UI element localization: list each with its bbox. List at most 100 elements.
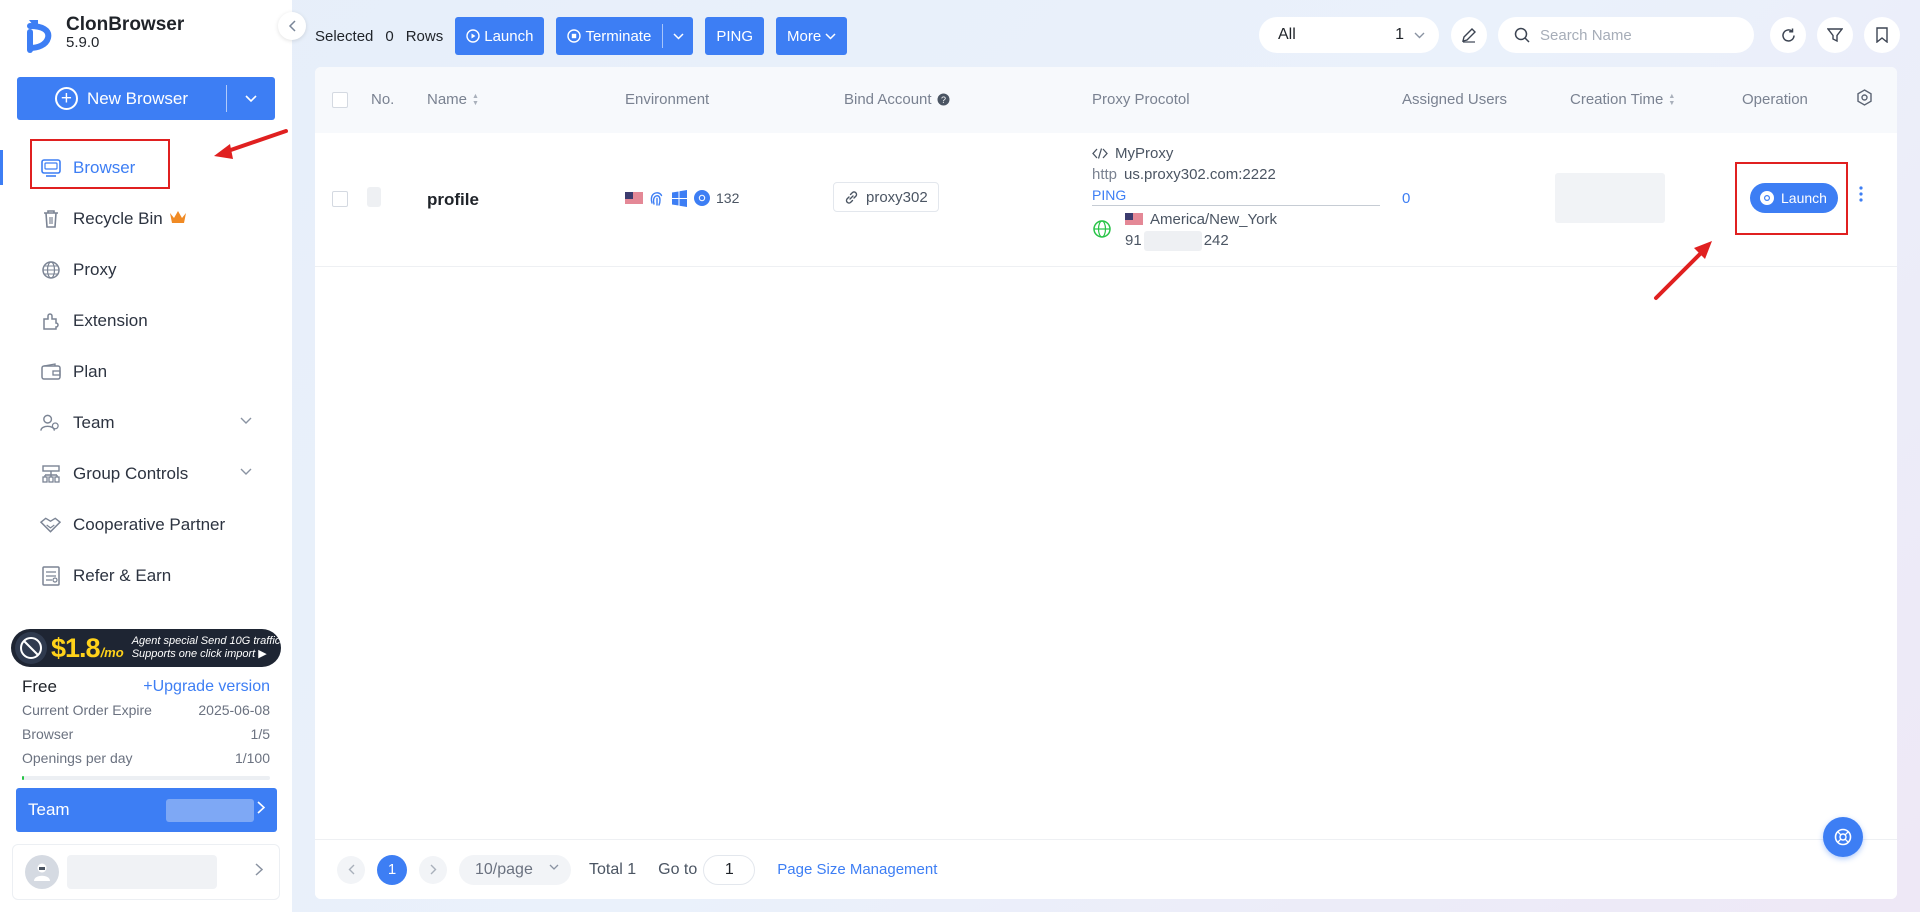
proxy-name: MyProxy (1115, 145, 1174, 162)
team-icon (40, 412, 61, 433)
bookmark-button[interactable] (1864, 17, 1900, 53)
plan-name: Free (22, 677, 57, 696)
column-header-label: Proxy Procotol (1092, 91, 1190, 108)
page-size-select[interactable]: 10/page (459, 854, 571, 885)
windows-icon (672, 189, 687, 207)
sidebar-item-proxy[interactable]: Proxy (0, 244, 292, 295)
plan-row-value: 2025-06-08 (198, 702, 270, 718)
handshake-icon (40, 514, 61, 535)
toolbar: Selected 0 Rows Launch Terminate PING Mo… (315, 17, 1900, 55)
sidebar-item-label: Team (73, 412, 115, 432)
bind-account-name: proxy302 (866, 188, 928, 206)
launch-button[interactable]: Launch (455, 17, 545, 55)
edit-button[interactable] (1451, 17, 1487, 53)
sort-icon[interactable]: ▲ ▼ (1668, 93, 1675, 107)
sidebar-item-group-controls[interactable]: Group Controls (0, 448, 292, 499)
search-box[interactable] (1498, 17, 1754, 53)
row-more-button[interactable] (1859, 186, 1863, 205)
app-logo[interactable]: ClonBrowser 5.9.0 (26, 15, 184, 54)
clonbrowser-logo-icon (27, 20, 52, 53)
support-button[interactable] (1823, 817, 1863, 857)
select-all-checkbox[interactable] (332, 92, 348, 108)
sidebar-item-extension[interactable]: Extension (0, 295, 292, 346)
search-input[interactable] (1540, 26, 1730, 44)
column-header-label: Bind Account (844, 91, 932, 108)
more-label: More (787, 27, 822, 45)
environment-info: 132 (625, 189, 739, 207)
new-browser-button[interactable]: + New Browser (17, 77, 275, 120)
bookmark-icon (1876, 27, 1888, 43)
upgrade-version-link[interactable]: +Upgrade version (143, 678, 270, 696)
sidebar-item-label: Recycle Bin (73, 208, 163, 228)
next-page-button[interactable] (419, 855, 447, 884)
ping-button[interactable]: PING (705, 17, 764, 55)
sidebar-item-cooperative-partner[interactable]: Cooperative Partner (0, 499, 292, 550)
table-row[interactable]: profile 132 proxy302 MyProxy http us.pro… (315, 133, 1897, 267)
profile-name[interactable]: profile (427, 190, 479, 210)
promo-line-1: Agent special Send 10G traffic (131, 635, 281, 647)
new-browser-dropdown[interactable] (227, 77, 275, 120)
column-header-creation-time[interactable]: Creation Time ▲ ▼ (1570, 91, 1675, 108)
chevron-down-icon (673, 32, 684, 40)
proxy-ping-link[interactable]: PING (1092, 185, 1380, 206)
sidebar-item-plan[interactable]: Plan (0, 346, 292, 397)
plan-row-value: 1/100 (234, 750, 270, 766)
page-size-management-link[interactable]: Page Size Management (777, 861, 937, 878)
sidebar-item-recycle-bin[interactable]: Recycle Bin (0, 193, 292, 244)
chevron-down-icon (825, 32, 836, 40)
sidebar-item-team[interactable]: Team (0, 397, 292, 448)
page-number-current[interactable]: 1 (377, 854, 407, 885)
goto-page-input[interactable]: 1 (703, 854, 756, 885)
column-header-label: Operation (1742, 91, 1808, 108)
terminate-button[interactable]: Terminate (556, 17, 694, 55)
plan-row-label: Browser (22, 726, 74, 742)
funnel-icon (1827, 28, 1843, 43)
sidebar-nav: Browser Recycle Bin Proxy Extension Plan… (0, 142, 292, 601)
chevron-right-icon (430, 864, 436, 875)
sidebar-item-refer-earn[interactable]: Refer & Earn (0, 550, 292, 601)
column-header-label: Environment (625, 91, 710, 108)
filter-select[interactable]: All 1 (1259, 17, 1439, 53)
search-icon (1514, 27, 1530, 43)
more-button[interactable]: More (776, 17, 848, 55)
play-circle-icon (466, 29, 480, 43)
pagination: 1 10/page Total 1 Go to 1 Page Size Mana… (315, 839, 1897, 899)
plan-row-value: 1/5 (250, 726, 270, 742)
proxy-ping-label: PING (1092, 187, 1127, 203)
terminate-dropdown[interactable] (663, 32, 693, 40)
promo-text: Agent special Send 10G traffic Supports … (132, 635, 281, 661)
plus-circle-icon: + (54, 87, 78, 110)
creation-time-redacted (1555, 173, 1665, 223)
proxy-host: us.proxy302.com:2222 (1124, 166, 1276, 183)
new-browser-main[interactable]: + New Browser (17, 77, 226, 120)
assigned-users-count[interactable]: 0 (1402, 190, 1410, 207)
refresh-button[interactable] (1770, 17, 1806, 53)
sidebar-item-browser[interactable]: Browser (0, 142, 292, 193)
proxy-ip-prefix: 91 (1125, 232, 1142, 249)
collapse-sidebar-button[interactable] (278, 12, 306, 40)
prev-page-button[interactable] (337, 855, 365, 884)
row-launch-button[interactable]: Launch (1750, 183, 1838, 213)
help-icon[interactable]: ? (937, 93, 950, 106)
row-checkbox[interactable] (332, 191, 348, 207)
column-header-name[interactable]: Name ▲ ▼ (427, 91, 479, 108)
plan-info: Free +Upgrade version Current Order Expi… (22, 676, 270, 780)
ping-label: PING (716, 27, 753, 45)
wallet-icon (40, 361, 61, 382)
sort-icon[interactable]: ▲ ▼ (472, 93, 479, 107)
column-header-label: Assigned Users (1402, 91, 1508, 108)
svg-text:?: ? (941, 95, 946, 105)
user-account-card[interactable] (12, 844, 280, 900)
column-settings-button[interactable] (1856, 89, 1873, 106)
bind-account-tag[interactable]: proxy302 (833, 182, 939, 212)
us-flag-icon (625, 191, 643, 205)
filter-button[interactable] (1817, 17, 1853, 53)
promo-banner[interactable]: $1.8 /mo Agent special Send 10G traffic … (11, 629, 281, 667)
usage-progress-fill (22, 776, 25, 780)
crown-icon (169, 210, 187, 228)
chevron-down-icon (245, 94, 257, 102)
team-switcher[interactable]: Team (16, 788, 277, 832)
plan-row: Current Order Expire 2025-06-08 (22, 698, 270, 722)
total-count: Total 1 (589, 860, 637, 878)
chevron-left-icon (288, 20, 296, 32)
